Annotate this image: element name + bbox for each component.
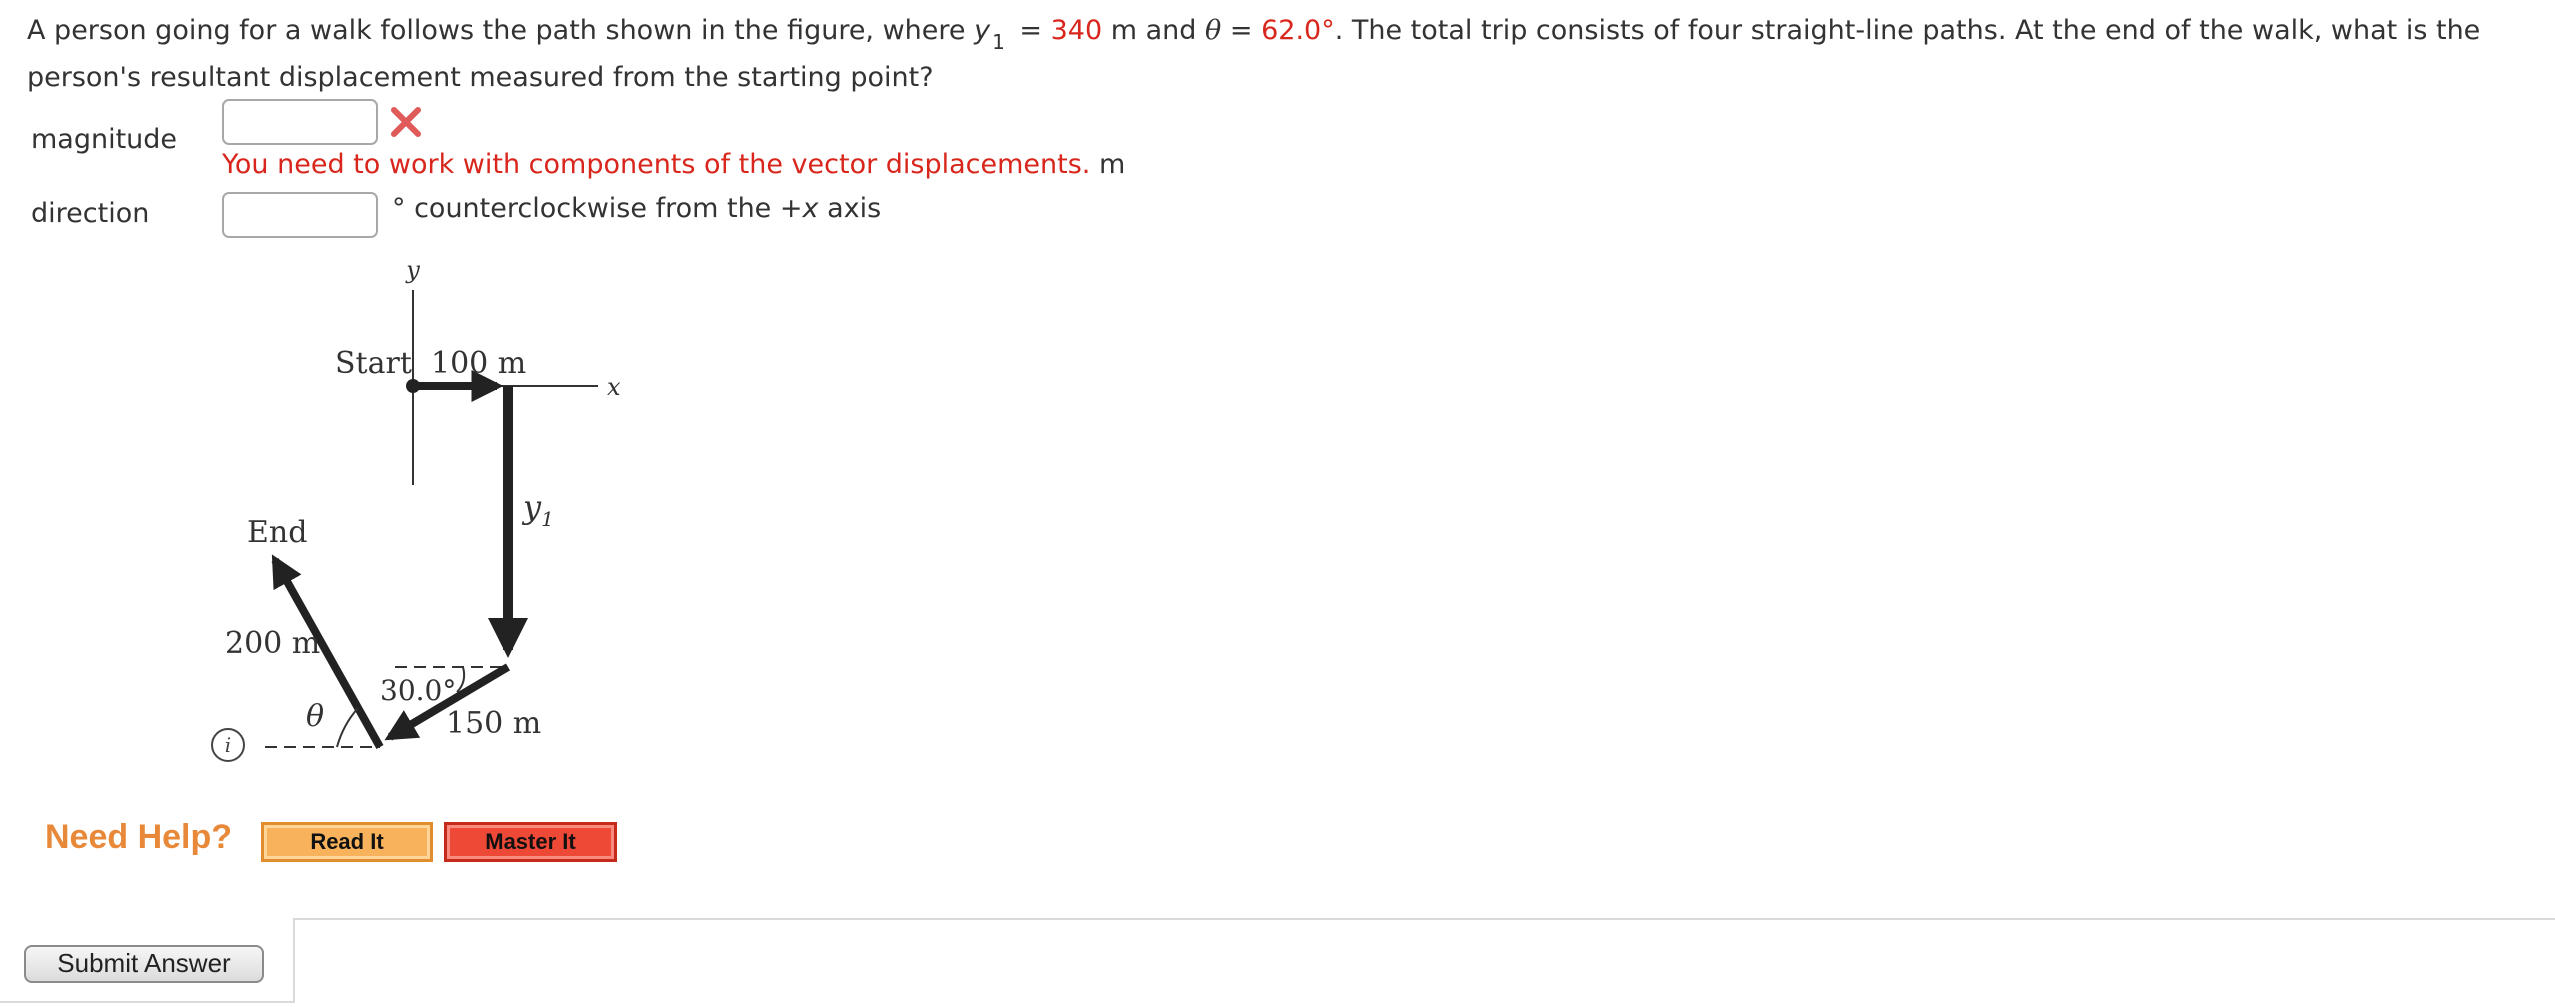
- direction-label: direction: [31, 198, 150, 229]
- y1-value: 340: [1050, 15, 1103, 46]
- start-label: Start: [335, 346, 412, 381]
- submit-answer-button[interactable]: Submit Answer: [24, 945, 264, 983]
- seg4-angle-label: θ: [306, 699, 324, 734]
- direction-input[interactable]: [222, 192, 378, 238]
- divider: [0, 1001, 295, 1003]
- master-it-button[interactable]: Master It: [444, 822, 617, 862]
- end-label: End: [247, 515, 307, 550]
- seg2-label: y1: [521, 488, 554, 531]
- direction-suffix: ° counterclockwise from the +x axis: [392, 193, 882, 224]
- question-text: A person going for a walk follows the pa…: [27, 15, 2481, 93]
- magnitude-label: magnitude: [31, 124, 178, 155]
- theta-variable: θ: [1205, 15, 1222, 46]
- divider: [293, 918, 295, 1003]
- info-icon[interactable]: i: [211, 728, 245, 762]
- magnitude-unit: m: [1098, 149, 1126, 180]
- y1-variable: y: [974, 15, 991, 46]
- y-axis-label: y: [405, 256, 420, 284]
- path-figure: y x Start 100 m y1 30.0° 150 m θ 200 m E…: [225, 256, 621, 749]
- magnitude-feedback: You need to work with components of the …: [222, 149, 1126, 180]
- seg4-angle-arc: [336, 707, 359, 748]
- seg3-label: 150 m: [446, 706, 541, 741]
- magnitude-input[interactable]: [222, 99, 378, 145]
- seg3-angle-label: 30.0°: [380, 674, 456, 707]
- x-mark-icon: [391, 107, 421, 137]
- question-page: A person going for a walk follows the pa…: [0, 0, 2555, 1007]
- seg4-label: 200 m: [225, 626, 320, 661]
- divider: [293, 918, 2555, 920]
- need-help-label: Need Help?: [45, 818, 233, 856]
- seg1-label: 100 m: [431, 346, 526, 381]
- read-it-button[interactable]: Read It: [261, 822, 433, 862]
- seg3-angle-arc: [456, 666, 466, 693]
- theta-value: 62.0°: [1261, 15, 1335, 46]
- x-axis-label: x: [607, 373, 621, 401]
